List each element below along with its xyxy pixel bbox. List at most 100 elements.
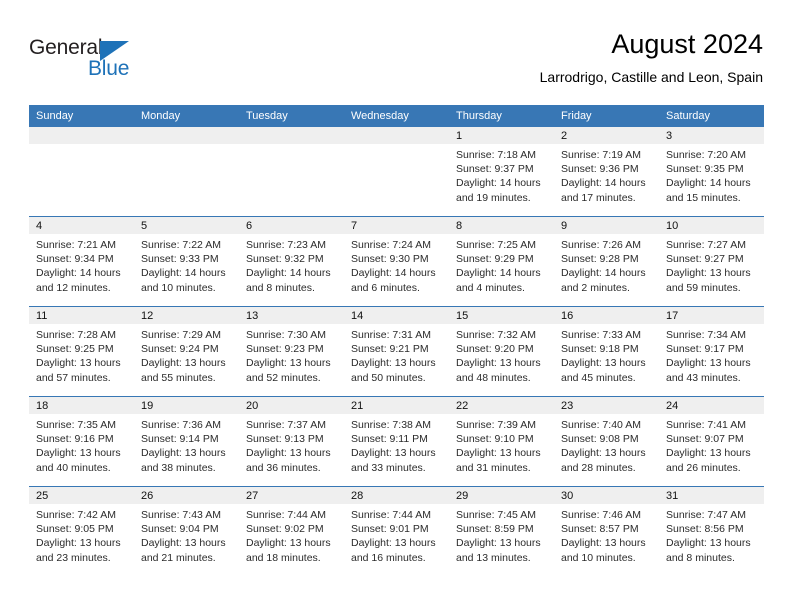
day-cell[interactable]: 2 Sunrise: 7:19 AM Sunset: 9:36 PM Daylight…	[554, 127, 659, 216]
day-number: 7	[344, 217, 449, 234]
weekday-header-friday: Friday	[554, 105, 659, 127]
sunset-text: Sunset: 8:56 PM	[666, 523, 744, 536]
day-number: 17	[659, 307, 764, 324]
sunset-text: Sunset: 9:37 PM	[456, 163, 534, 176]
sunset-text: Sunset: 9:33 PM	[141, 253, 219, 266]
day-cell[interactable]: 13 Sunrise: 7:30 AM Sunset: 9:23 PM Dayligh…	[239, 307, 344, 396]
sunrise-text: Sunrise: 7:19 AM	[561, 149, 641, 161]
day-number: 5	[134, 217, 239, 234]
day-cell[interactable]: 6 Sunrise: 7:23 AM Sunset: 9:32 PM Daylight…	[239, 217, 344, 306]
day-cell[interactable]: 18 Sunrise: 7:35 AM Sunset: 9:16 PM Dayligh…	[29, 397, 134, 486]
calendar-cell: 18 Sunrise: 7:35 AM Sunset: 9:16 PM Dayligh…	[29, 396, 134, 487]
day-number: 13	[239, 307, 344, 324]
daylight-text: Daylight: 13 hours and 48 minutes.	[456, 357, 541, 384]
calendar-cell: 12 Sunrise: 7:29 AM Sunset: 9:24 PM Dayligh…	[134, 306, 239, 397]
day-cell[interactable]: 30 Sunrise: 7:46 AM Sunset: 8:57 PM Dayligh…	[554, 487, 659, 576]
calendar-body: 1 Sunrise: 7:18 AM Sunset: 9:37 PM Daylight…	[29, 127, 764, 576]
day-cell[interactable]: 26 Sunrise: 7:43 AM Sunset: 9:04 PM Dayligh…	[134, 487, 239, 576]
day-cell[interactable]: 9 Sunrise: 7:26 AM Sunset: 9:28 PM Daylight…	[554, 217, 659, 306]
day-number: 22	[449, 397, 554, 414]
day-cell[interactable]: 22 Sunrise: 7:39 AM Sunset: 9:10 PM Dayligh…	[449, 397, 554, 486]
day-cell[interactable]: 1 Sunrise: 7:18 AM Sunset: 9:37 PM Daylight…	[449, 127, 554, 216]
day-details: Sunrise: 7:24 AM Sunset: 9:30 PM Daylight:…	[344, 234, 449, 295]
daylight-text: Daylight: 13 hours and 36 minutes.	[246, 447, 331, 474]
day-details: Sunrise: 7:20 AM Sunset: 9:35 PM Daylight:…	[659, 144, 764, 205]
sunrise-text: Sunrise: 7:25 AM	[456, 239, 536, 251]
day-cell[interactable]: 20 Sunrise: 7:37 AM Sunset: 9:13 PM Dayligh…	[239, 397, 344, 486]
daylight-text: Daylight: 13 hours and 45 minutes.	[561, 357, 646, 384]
day-number: 2	[554, 127, 659, 144]
day-details: Sunrise: 7:44 AM Sunset: 9:01 PM Daylight:…	[344, 504, 449, 565]
calendar-cell: 14 Sunrise: 7:31 AM Sunset: 9:21 PM Dayligh…	[344, 306, 449, 397]
day-cell-empty	[134, 127, 239, 216]
calendar-cell: 30 Sunrise: 7:46 AM Sunset: 8:57 PM Dayligh…	[554, 486, 659, 576]
calendar-cell: 8 Sunrise: 7:25 AM Sunset: 9:29 PM Daylight…	[449, 216, 554, 307]
daylight-text: Daylight: 13 hours and 8 minutes.	[666, 537, 751, 564]
sunset-text: Sunset: 9:05 PM	[36, 523, 114, 536]
calendar-cell: 31 Sunrise: 7:47 AM Sunset: 8:56 PM Dayligh…	[659, 486, 764, 576]
day-cell[interactable]: 15 Sunrise: 7:32 AM Sunset: 9:20 PM Dayligh…	[449, 307, 554, 396]
generalblue-logo[interactable]: General Blue	[29, 36, 149, 86]
day-cell[interactable]: 19 Sunrise: 7:36 AM Sunset: 9:14 PM Dayligh…	[134, 397, 239, 486]
day-cell[interactable]: 7 Sunrise: 7:24 AM Sunset: 9:30 PM Daylight…	[344, 217, 449, 306]
day-details: Sunrise: 7:42 AM Sunset: 9:05 PM Daylight:…	[29, 504, 134, 565]
day-cell[interactable]: 16 Sunrise: 7:33 AM Sunset: 9:18 PM Dayligh…	[554, 307, 659, 396]
sunrise-text: Sunrise: 7:26 AM	[561, 239, 641, 251]
day-cell[interactable]: 24 Sunrise: 7:41 AM Sunset: 9:07 PM Dayligh…	[659, 397, 764, 486]
daylight-text: Daylight: 13 hours and 13 minutes.	[456, 537, 541, 564]
day-number: 30	[554, 487, 659, 504]
day-number: 20	[239, 397, 344, 414]
weekday-header-wednesday: Wednesday	[344, 105, 449, 127]
day-number: 28	[344, 487, 449, 504]
daylight-text: Daylight: 13 hours and 57 minutes.	[36, 357, 121, 384]
day-details: Sunrise: 7:33 AM Sunset: 9:18 PM Daylight:…	[554, 324, 659, 385]
daylight-text: Daylight: 14 hours and 2 minutes.	[561, 267, 646, 294]
calendar-cell: 3 Sunrise: 7:20 AM Sunset: 9:35 PM Daylight…	[659, 127, 764, 217]
day-details: Sunrise: 7:34 AM Sunset: 9:17 PM Daylight:…	[659, 324, 764, 385]
sunrise-text: Sunrise: 7:40 AM	[561, 419, 641, 431]
calendar-week-row: 11 Sunrise: 7:28 AM Sunset: 9:25 PM Dayligh…	[29, 306, 764, 397]
sunset-text: Sunset: 9:30 PM	[351, 253, 429, 266]
weekday-header-saturday: Saturday	[659, 105, 764, 127]
sunset-text: Sunset: 9:11 PM	[351, 433, 428, 446]
day-details: Sunrise: 7:25 AM Sunset: 9:29 PM Daylight:…	[449, 234, 554, 295]
daylight-text: Daylight: 13 hours and 28 minutes.	[561, 447, 646, 474]
sunset-text: Sunset: 9:16 PM	[36, 433, 114, 446]
day-cell[interactable]: 21 Sunrise: 7:38 AM Sunset: 9:11 PM Dayligh…	[344, 397, 449, 486]
day-cell-empty	[344, 127, 449, 216]
day-details: Sunrise: 7:32 AM Sunset: 9:20 PM Daylight:…	[449, 324, 554, 385]
day-cell[interactable]: 8 Sunrise: 7:25 AM Sunset: 9:29 PM Daylight…	[449, 217, 554, 306]
day-cell[interactable]: 29 Sunrise: 7:45 AM Sunset: 8:59 PM Dayligh…	[449, 487, 554, 576]
daylight-text: Daylight: 13 hours and 10 minutes.	[561, 537, 646, 564]
day-number	[239, 127, 344, 144]
day-details: Sunrise: 7:39 AM Sunset: 9:10 PM Daylight:…	[449, 414, 554, 475]
day-cell[interactable]: 5 Sunrise: 7:22 AM Sunset: 9:33 PM Daylight…	[134, 217, 239, 306]
daylight-text: Daylight: 13 hours and 16 minutes.	[351, 537, 436, 564]
sunrise-text: Sunrise: 7:18 AM	[456, 149, 536, 161]
calendar-cell: 1 Sunrise: 7:18 AM Sunset: 9:37 PM Daylight…	[449, 127, 554, 217]
day-number: 23	[554, 397, 659, 414]
daylight-text: Daylight: 13 hours and 50 minutes.	[351, 357, 436, 384]
day-cell[interactable]: 14 Sunrise: 7:31 AM Sunset: 9:21 PM Dayligh…	[344, 307, 449, 396]
sunset-text: Sunset: 9:25 PM	[36, 343, 114, 356]
day-cell[interactable]: 23 Sunrise: 7:40 AM Sunset: 9:08 PM Dayligh…	[554, 397, 659, 486]
calendar-grid: Sunday Monday Tuesday Wednesday Thursday…	[29, 105, 764, 576]
day-cell[interactable]: 12 Sunrise: 7:29 AM Sunset: 9:24 PM Dayligh…	[134, 307, 239, 396]
sunrise-text: Sunrise: 7:39 AM	[456, 419, 536, 431]
day-cell[interactable]: 11 Sunrise: 7:28 AM Sunset: 9:25 PM Dayligh…	[29, 307, 134, 396]
calendar-cell: 7 Sunrise: 7:24 AM Sunset: 9:30 PM Daylight…	[344, 216, 449, 307]
sunset-text: Sunset: 9:32 PM	[246, 253, 324, 266]
sunrise-text: Sunrise: 7:30 AM	[246, 329, 326, 341]
day-cell[interactable]: 25 Sunrise: 7:42 AM Sunset: 9:05 PM Dayligh…	[29, 487, 134, 576]
day-cell[interactable]: 4 Sunrise: 7:21 AM Sunset: 9:34 PM Daylight…	[29, 217, 134, 306]
day-cell[interactable]: 31 Sunrise: 7:47 AM Sunset: 8:56 PM Dayligh…	[659, 487, 764, 576]
calendar-page: General Blue August 2024 Larrodrigo, Cas…	[0, 0, 792, 612]
day-cell[interactable]: 3 Sunrise: 7:20 AM Sunset: 9:35 PM Daylight…	[659, 127, 764, 216]
day-cell[interactable]: 27 Sunrise: 7:44 AM Sunset: 9:02 PM Dayligh…	[239, 487, 344, 576]
day-number: 16	[554, 307, 659, 324]
sunrise-text: Sunrise: 7:44 AM	[246, 509, 326, 521]
sunset-text: Sunset: 9:23 PM	[246, 343, 324, 356]
day-cell[interactable]: 28 Sunrise: 7:44 AM Sunset: 9:01 PM Dayligh…	[344, 487, 449, 576]
day-cell[interactable]: 17 Sunrise: 7:34 AM Sunset: 9:17 PM Dayligh…	[659, 307, 764, 396]
day-cell[interactable]: 10 Sunrise: 7:27 AM Sunset: 9:27 PM Dayligh…	[659, 217, 764, 306]
